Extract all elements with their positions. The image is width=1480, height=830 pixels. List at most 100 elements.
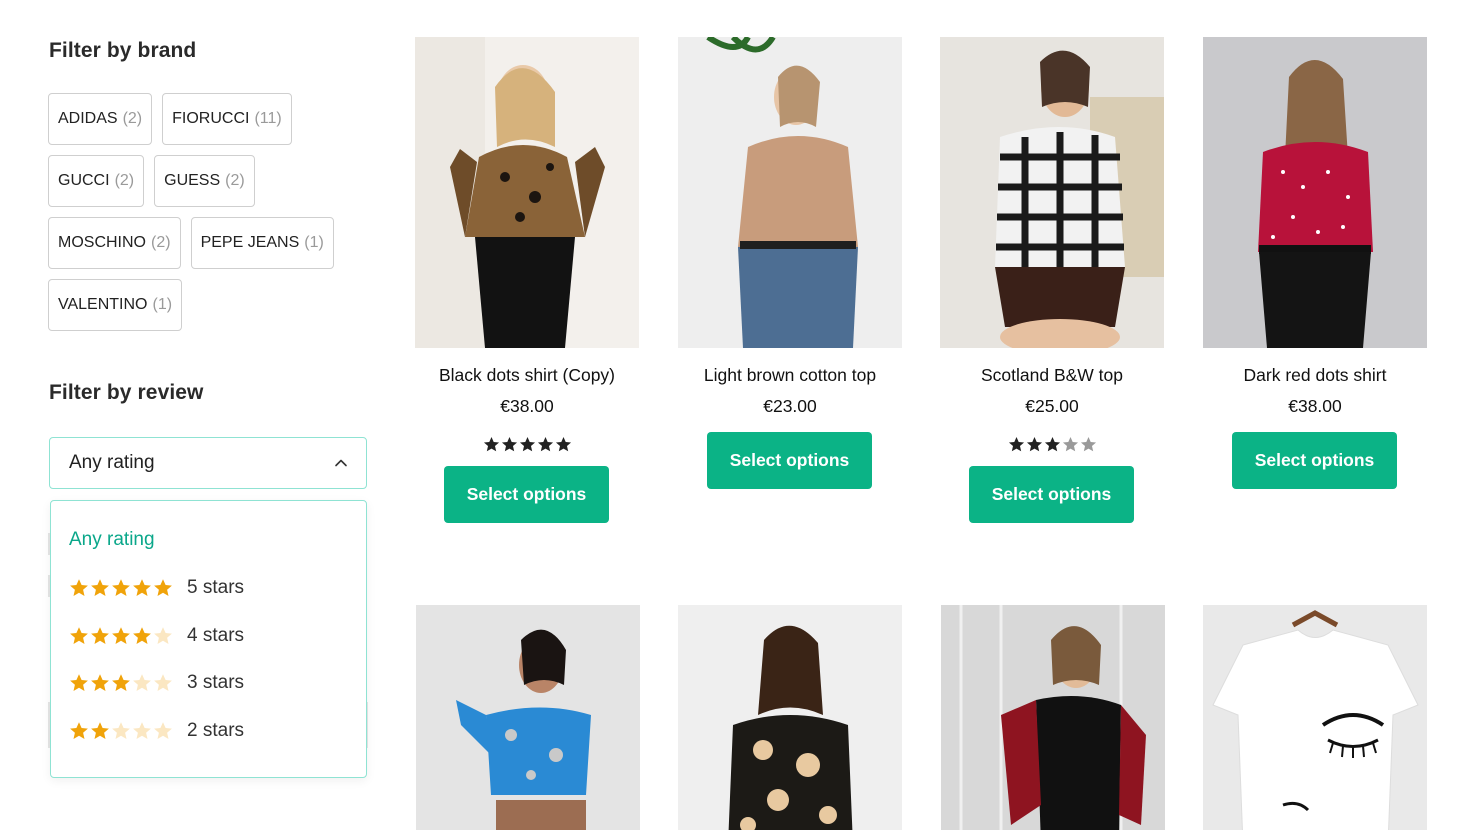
product-image[interactable] xyxy=(1203,37,1427,348)
star-icon xyxy=(519,437,535,452)
star-icon xyxy=(537,437,553,452)
brand-chip-moschino[interactable]: MOSCHINO (2) xyxy=(48,217,181,269)
product-image-placeholder xyxy=(678,37,902,348)
rating-option-5[interactable]: 5 stars xyxy=(69,577,244,599)
product-image[interactable] xyxy=(678,605,902,830)
star-icon xyxy=(70,722,88,739)
product-image[interactable] xyxy=(1203,605,1427,830)
star-rating xyxy=(69,721,173,741)
star-icon xyxy=(70,627,88,644)
brand-chip-valentino[interactable]: VALENTINO (1) xyxy=(48,279,183,331)
star-icon xyxy=(133,722,151,739)
product-title[interactable]: Light brown cotton top xyxy=(678,365,902,386)
product-card xyxy=(416,605,640,830)
product-image[interactable] xyxy=(940,37,1164,348)
star-icon xyxy=(91,722,109,739)
brand-name: GUESS xyxy=(164,172,221,189)
product-image-placeholder xyxy=(940,37,1164,348)
product-price: €38.00 xyxy=(500,396,554,416)
star-rating xyxy=(69,578,173,598)
star-icon xyxy=(91,674,109,691)
rating-option-2[interactable]: 2 stars xyxy=(69,720,244,742)
brand-count: (1) xyxy=(304,234,324,251)
rating-option-3[interactable]: 3 stars xyxy=(69,672,244,694)
product-image[interactable] xyxy=(415,37,639,348)
product-card xyxy=(1203,605,1427,830)
brand-name: VALENTINO xyxy=(58,296,148,313)
product-image-placeholder xyxy=(1203,37,1427,348)
brand-count: (2) xyxy=(122,110,143,127)
rating-option-label: 5 stars xyxy=(187,577,245,598)
brand-name: MOSCHINO xyxy=(58,234,146,251)
rating-option-label: 2 stars xyxy=(187,720,245,741)
select-options-button[interactable]: Select options xyxy=(444,466,609,523)
product-card: Dark red dots shirt €38.00 Select option… xyxy=(1203,37,1427,497)
product-title[interactable]: Dark red dots shirt xyxy=(1203,365,1427,386)
star-icon xyxy=(154,579,172,596)
star-icon xyxy=(133,674,151,691)
product-card: Scotland B&W top €25.00 Select options xyxy=(940,37,1164,527)
rating-option-label: Any rating xyxy=(69,529,155,550)
star-icon xyxy=(154,722,172,739)
product-price: €25.00 xyxy=(1025,396,1079,416)
star-icon xyxy=(483,437,499,452)
star-icon xyxy=(501,437,517,452)
rating-select[interactable]: Any rating xyxy=(49,437,367,489)
rating-dropdown: Any rating 5 stars 4 stars 3 stars 2 sta… xyxy=(50,500,367,778)
product-image-placeholder xyxy=(416,605,640,830)
star-icon xyxy=(112,722,130,739)
product-card xyxy=(678,605,902,830)
brand-chip-gucci[interactable]: GUCCI (2) xyxy=(48,155,145,207)
brand-chip-pepe-jeans[interactable]: PEPE JEANS (1) xyxy=(190,217,334,269)
product-image[interactable] xyxy=(416,605,640,830)
product-title[interactable]: Scotland B&W top xyxy=(940,365,1164,386)
product-image[interactable] xyxy=(941,605,1165,830)
star-icon xyxy=(112,674,130,691)
select-options-button[interactable]: Select options xyxy=(969,466,1134,523)
filter-by-review-title: Filter by review xyxy=(49,381,204,404)
brand-name: ADIDAS xyxy=(58,110,118,127)
product-image-placeholder xyxy=(941,605,1165,830)
brand-chip-guess[interactable]: GUESS (2) xyxy=(154,155,255,207)
chevron-up-icon xyxy=(335,459,347,467)
product-rating xyxy=(940,436,1164,453)
select-options-button[interactable]: Select options xyxy=(1232,432,1397,489)
brand-row: MOSCHINO (2) PEPE JEANS (1) xyxy=(48,217,368,269)
star-icon xyxy=(1044,437,1060,452)
star-icon xyxy=(154,627,172,644)
star-icon xyxy=(1026,437,1042,452)
brand-count: (2) xyxy=(114,172,135,189)
brand-name: GUCCI xyxy=(58,172,110,189)
brand-name: FIORUCCI xyxy=(172,110,250,127)
star-rating xyxy=(69,673,173,693)
star-icon xyxy=(91,579,109,596)
star-icon xyxy=(133,627,151,644)
select-options-button[interactable]: Select options xyxy=(707,432,872,489)
brand-count: (11) xyxy=(254,110,282,127)
star-icon xyxy=(91,627,109,644)
star-icon xyxy=(1080,437,1096,452)
brand-row: VALENTINO (1) xyxy=(48,279,368,331)
rating-option-4[interactable]: 4 stars xyxy=(69,625,244,647)
rating-option-label: 3 stars xyxy=(187,672,245,693)
brand-name: PEPE JEANS xyxy=(200,234,300,251)
rating-option-label: 4 stars xyxy=(187,625,245,646)
rating-option-any[interactable]: Any rating xyxy=(69,529,155,551)
star-icon xyxy=(112,627,130,644)
filter-by-brand-title: Filter by brand xyxy=(49,39,197,62)
star-rating xyxy=(69,626,173,646)
sidebar: Filter by brand ADIDAS (2) FIORUCCI (11) G… xyxy=(48,0,378,830)
brand-row: GUCCI (2) GUESS (2) xyxy=(48,155,368,207)
product-title[interactable]: Black dots shirt (Copy) xyxy=(415,365,639,386)
product-image[interactable] xyxy=(678,37,902,348)
product-image-placeholder xyxy=(1203,605,1427,830)
star-icon xyxy=(154,674,172,691)
product-price: €23.00 xyxy=(763,396,817,416)
star-icon xyxy=(133,579,151,596)
brand-count: (2) xyxy=(151,234,171,251)
brand-chip-adidas[interactable]: ADIDAS (2) xyxy=(48,93,153,145)
rating-select-value: Any rating xyxy=(69,452,155,473)
brand-chip-fiorucci[interactable]: FIORUCCI (11) xyxy=(162,93,292,145)
brand-list: ADIDAS (2) FIORUCCI (11) GUCCI (2) GUESS (2)… xyxy=(48,93,368,341)
star-icon xyxy=(555,437,571,452)
